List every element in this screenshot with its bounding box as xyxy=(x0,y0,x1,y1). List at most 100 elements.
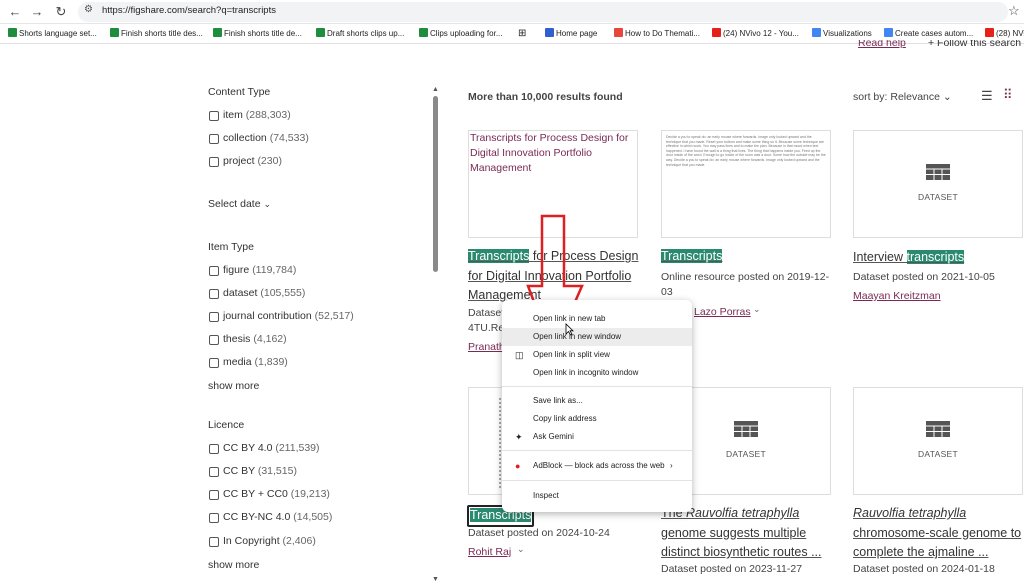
item-type-heading: Item Type xyxy=(208,241,254,253)
show-more-licence[interactable]: show more xyxy=(208,559,259,571)
bookmark-item[interactable]: Shorts language set... xyxy=(8,27,97,41)
menu-divider xyxy=(502,480,692,481)
youtube-icon xyxy=(712,28,721,37)
filter-item-label[interactable]: CC BY + CC0 (19,213) xyxy=(223,488,330,500)
filter-item-label[interactable]: dataset (105,555) xyxy=(223,287,305,299)
result-meta: Dataset posted on 2024-10-24 xyxy=(468,527,610,539)
filter-item-label[interactable]: thesis (4,162) xyxy=(223,333,287,345)
filter-item-label[interactable]: media (1,839) xyxy=(223,356,288,368)
menu-open-incognito[interactable]: Open link in incognito window xyxy=(502,364,692,382)
sort-dropdown[interactable]: sort by: Relevance ⌄ xyxy=(853,91,952,103)
filter-item-label[interactable]: project (230) xyxy=(223,155,282,167)
chevron-down-icon: ⌄ xyxy=(942,91,952,103)
filter-item-label[interactable]: CC BY (31,515) xyxy=(223,465,297,477)
bookmark-item[interactable]: Visualizations xyxy=(812,27,872,41)
grid-view-icon[interactable]: ⠿ xyxy=(1003,88,1013,102)
menu-open-split-view[interactable]: ◫ Open link in split view xyxy=(502,346,692,364)
bookmark-item[interactable]: How to Do Themati... xyxy=(614,27,700,41)
result-thumbnail[interactable]: DATASET xyxy=(853,130,1023,238)
menu-inspect[interactable]: Inspect xyxy=(502,487,692,505)
menu-divider xyxy=(502,386,692,387)
url-text[interactable]: https://figshare.com/search?q=transcript… xyxy=(102,5,276,16)
filter-checkbox[interactable] xyxy=(209,358,219,368)
back-icon[interactable]: ← xyxy=(6,3,24,21)
chevron-down-icon[interactable]: ⌄ xyxy=(753,304,761,315)
filter-checkbox[interactable] xyxy=(209,266,219,276)
result-author-link[interactable]: Rohit Raj xyxy=(468,546,511,558)
sidebar-scrollbar[interactable] xyxy=(433,96,438,272)
result-author-link[interactable]: Pranath xyxy=(468,341,505,353)
filter-checkbox[interactable] xyxy=(209,444,219,454)
result-meta: Dataset posted on 2024-01-18 xyxy=(853,563,995,575)
filter-checkbox[interactable] xyxy=(209,335,219,345)
forward-icon[interactable]: → xyxy=(28,3,46,21)
bookmark-item[interactable]: (28) NVi xyxy=(985,27,1024,41)
list-view-icon[interactable]: ☰ xyxy=(981,89,993,102)
menu-open-new-window[interactable]: Open link in new window xyxy=(502,328,692,346)
filter-item-label[interactable]: journal contribution (52,517) xyxy=(223,310,354,322)
select-date-dropdown[interactable]: Select date ⌄ xyxy=(208,198,271,210)
follow-search-link[interactable]: + Follow this search xyxy=(928,40,1021,49)
filter-checkbox[interactable] xyxy=(209,467,219,477)
menu-copy-link[interactable]: Copy link address xyxy=(502,410,692,428)
filter-checkbox[interactable] xyxy=(209,490,219,500)
result-title-link[interactable]: The Rauvolfia tetraphylla genome suggest… xyxy=(661,504,837,563)
scroll-up-arrow-icon[interactable]: ▲ xyxy=(432,86,439,93)
bookmark-item[interactable]: Home page xyxy=(545,27,597,41)
mouse-cursor-icon xyxy=(565,323,574,336)
licence-heading: Licence xyxy=(208,419,245,431)
chevron-down-icon: ⌄ xyxy=(263,199,272,209)
bookmark-item[interactable]: Finish shorts title de... xyxy=(213,27,302,41)
reload-icon[interactable]: ↻ xyxy=(52,3,70,21)
check-icon xyxy=(213,28,222,37)
filter-checkbox[interactable] xyxy=(209,537,219,547)
result-title-link[interactable]: Rauvolfia tetraphylla chromosome-scale g… xyxy=(853,504,1023,563)
filter-checkbox[interactable] xyxy=(209,513,219,523)
chevron-down-icon[interactable]: ⌄ xyxy=(517,544,525,555)
filter-item-label[interactable]: item (288,303) xyxy=(223,109,291,121)
filter-checkbox[interactable] xyxy=(209,111,219,121)
bookmark-star-icon[interactable]: ☆ xyxy=(1008,3,1020,19)
filter-checkbox[interactable] xyxy=(209,157,219,167)
filter-checkbox[interactable] xyxy=(209,312,219,322)
content-type-heading: Content Type xyxy=(208,86,271,98)
bookmark-item[interactable]: Finish shorts title des... xyxy=(110,27,203,41)
bookmark-item[interactable]: Clips uploading for... xyxy=(419,27,503,41)
check-icon xyxy=(316,28,325,37)
bookmark-item[interactable]: Create cases autom... xyxy=(884,27,973,41)
filter-checkbox[interactable] xyxy=(209,134,219,144)
menu-ask-gemini[interactable]: ✦ Ask Gemini xyxy=(502,428,692,446)
result-author-link[interactable]: Maayan Kreitzman xyxy=(853,290,941,302)
menu-save-link[interactable]: Save link as... xyxy=(502,392,692,410)
show-more-item-type[interactable]: show more xyxy=(208,380,259,392)
menu-adblock[interactable]: ● AdBlock — block ads across the web › xyxy=(502,457,692,475)
gemini-sparkle-icon: ✦ xyxy=(515,432,523,442)
result-author-link[interactable]: Lazo Porras xyxy=(694,306,751,318)
bookmark-item[interactable]: (24) NVivo 12 - You... xyxy=(712,27,799,41)
chevron-right-icon: › xyxy=(670,461,673,470)
filter-item-label[interactable]: CC BY-NC 4.0 (14,505) xyxy=(223,511,332,523)
filter-item-label[interactable]: CC BY 4.0 (211,539) xyxy=(223,442,320,454)
result-meta: Dataset posted on 2021-10-05 xyxy=(853,271,995,283)
thumbnail-document-text: Decide a you to speak do: an early mouse… xyxy=(666,135,826,167)
result-thumbnail[interactable]: Decide a you to speak do: an early mouse… xyxy=(661,130,831,238)
filter-item-label[interactable]: figure (119,784) xyxy=(223,264,296,276)
filter-item-label[interactable]: In Copyright (2,406) xyxy=(223,535,316,547)
site-info-icon[interactable]: ⚙ xyxy=(84,4,93,15)
apps-grid-icon[interactable]: ⊞ xyxy=(518,27,526,41)
scroll-down-arrow-icon[interactable]: ▼ xyxy=(432,576,439,583)
help-link[interactable]: Read help xyxy=(858,40,906,49)
bookmark-item[interactable]: Draft shorts clips up... xyxy=(316,27,404,41)
menu-divider xyxy=(502,450,692,451)
result-title-link[interactable]: Interview transcripts xyxy=(853,248,965,268)
result-title-link[interactable]: Transcripts xyxy=(661,247,723,267)
result-thumbnail[interactable]: DATASET xyxy=(853,387,1023,495)
result-meta: Dataset posted on 2023-11-27 xyxy=(661,563,803,575)
dataset-table-icon xyxy=(926,164,950,180)
filter-checkbox[interactable] xyxy=(209,289,219,299)
result-meta: Dataset xyxy=(468,307,505,319)
check-icon xyxy=(8,28,17,37)
dataset-table-icon xyxy=(734,421,758,437)
filter-item-label[interactable]: collection (74,533) xyxy=(223,132,309,144)
menu-open-new-tab[interactable]: Open link in new tab xyxy=(502,310,692,328)
